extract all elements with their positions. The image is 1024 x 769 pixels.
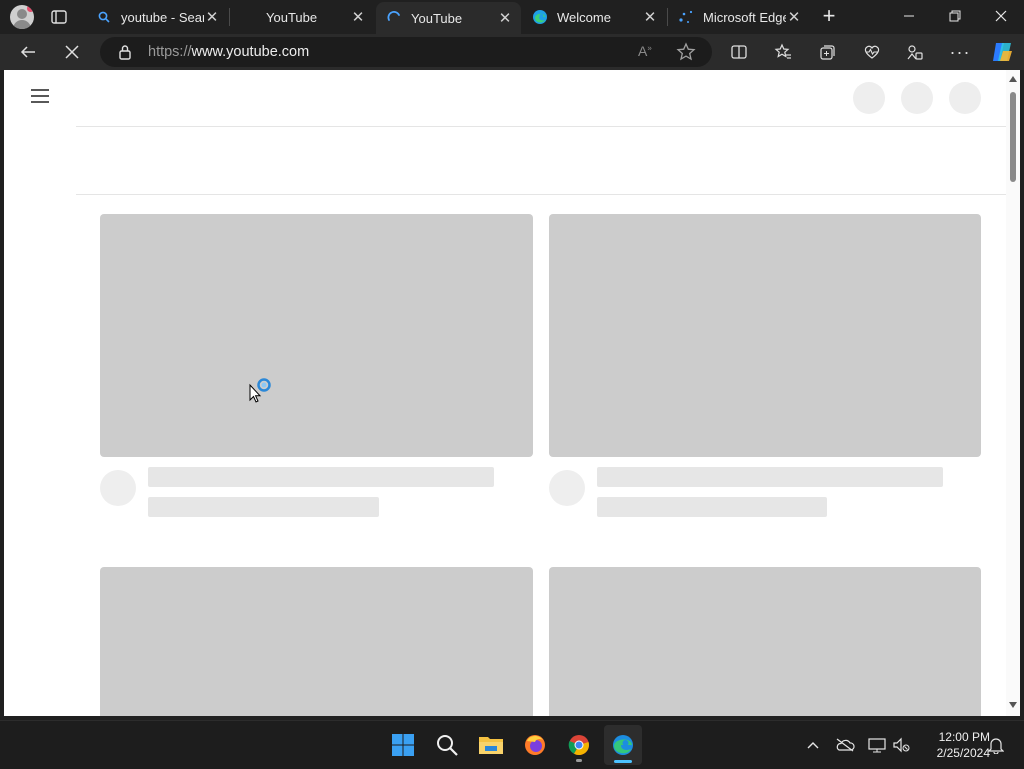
close-tab-icon[interactable]: ✕ [204, 9, 220, 26]
favorites-icon[interactable] [767, 36, 799, 68]
favorite-star-icon[interactable] [676, 42, 696, 62]
stop-loading-icon[interactable] [56, 36, 88, 68]
clock-time: 12:00 PM [938, 730, 990, 744]
close-tab-icon[interactable]: ✕ [642, 9, 658, 26]
edge-loading-icon [678, 9, 694, 25]
video-thumbnail-placeholder [549, 567, 981, 716]
header-divider [76, 126, 1006, 127]
tab-title: youtube - Search [121, 9, 204, 25]
minimize-icon[interactable] [886, 0, 932, 32]
clock-date: 2/25/2024 [936, 746, 990, 760]
meta-placeholder [597, 497, 827, 517]
file-explorer-icon[interactable] [475, 729, 507, 761]
firefox-icon[interactable] [519, 729, 551, 761]
url-scheme: https:// [148, 44, 192, 60]
header-placeholder-circle [901, 82, 933, 114]
tab-youtube[interactable]: YouTube ✕ [230, 0, 374, 34]
browser-essentials-icon[interactable] [856, 36, 888, 68]
lock-icon[interactable] [118, 44, 132, 60]
tab-welcome[interactable]: Welcome ✕ [522, 0, 666, 34]
channel-avatar-placeholder [100, 470, 136, 506]
address-bar[interactable]: https://www.youtube.com A» [100, 37, 712, 67]
tab-actions-icon[interactable] [50, 8, 68, 26]
channel-avatar-placeholder [549, 470, 585, 506]
tab-youtube-active[interactable]: YouTube ✕ [376, 2, 521, 34]
notifications-bell-icon[interactable] [984, 733, 1008, 757]
meta-placeholder [148, 497, 379, 517]
video-thumbnail-placeholder [100, 214, 533, 457]
header-placeholder-circle [853, 82, 885, 114]
split-screen-icon[interactable] [723, 36, 755, 68]
scroll-down-icon[interactable] [1009, 702, 1017, 708]
toolbar: https://www.youtube.com A» ··· [0, 34, 1024, 70]
new-tab-icon[interactable]: + [818, 5, 840, 28]
close-tab-icon[interactable]: ✕ [497, 10, 513, 27]
title-placeholder [148, 467, 494, 487]
copilot-icon[interactable] [986, 36, 1018, 68]
url-text[interactable]: https://www.youtube.com [148, 44, 309, 60]
header-placeholder-circle [949, 82, 981, 114]
chrome-icon[interactable] [563, 729, 595, 762]
title-placeholder [597, 467, 943, 487]
scrollbar[interactable] [1006, 70, 1020, 716]
hamburger-menu-icon[interactable] [31, 89, 49, 103]
restore-icon[interactable] [932, 0, 978, 32]
close-tab-icon[interactable]: ✕ [350, 9, 366, 26]
edge-icon[interactable] [604, 725, 642, 765]
network-icon[interactable] [865, 733, 889, 757]
close-window-icon[interactable] [978, 0, 1024, 32]
video-thumbnail-placeholder [100, 567, 533, 716]
start-icon[interactable] [387, 729, 419, 761]
close-tab-icon[interactable]: ✕ [786, 9, 802, 26]
blank-favicon [240, 9, 256, 25]
tab-title: Welcome [557, 9, 611, 25]
onedrive-icon[interactable] [833, 733, 857, 757]
tab-youtube-search[interactable]: youtube - Search ✕ [86, 0, 228, 34]
video-thumbnail-placeholder [549, 214, 981, 457]
search-icon[interactable] [431, 729, 463, 761]
edge-logo-icon [532, 9, 548, 25]
system-clock[interactable]: 12:00 PM 2/25/2024 [916, 729, 990, 761]
chips-divider [76, 194, 1006, 195]
volume-muted-icon[interactable] [890, 733, 914, 757]
scrollbar-thumb[interactable] [1010, 92, 1016, 182]
profile-avatar[interactable] [10, 5, 34, 29]
read-aloud-icon[interactable]: A» [638, 43, 656, 61]
more-options-icon[interactable]: ··· [944, 36, 976, 68]
tab-strip: youtube - Search ✕ YouTube ✕ YouTube ✕ W… [0, 0, 1024, 34]
tab-title: Microsoft Edge [703, 9, 786, 25]
tab-title: YouTube [411, 10, 463, 26]
extensions-icon[interactable] [899, 36, 931, 68]
back-icon[interactable] [12, 36, 44, 68]
loading-spinner-icon [386, 10, 402, 26]
tab-microsoft-edge[interactable]: Microsoft Edge ✕ [668, 0, 810, 34]
page-viewport[interactable] [4, 70, 1020, 716]
show-hidden-icons-icon[interactable] [801, 733, 825, 757]
scroll-up-icon[interactable] [1009, 76, 1017, 82]
taskbar: 12:00 PM 2/25/2024 [0, 720, 1024, 769]
tab-title: YouTube [266, 9, 318, 25]
collections-icon[interactable] [811, 36, 843, 68]
search-icon [96, 9, 112, 25]
mouse-cursor-busy-icon [249, 378, 275, 406]
url-host: www.youtube.com [191, 44, 310, 60]
